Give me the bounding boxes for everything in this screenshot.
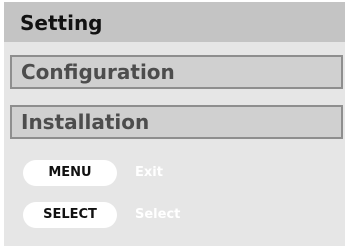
menu-item-label: Installation: [21, 110, 150, 134]
page-title: Setting: [20, 11, 103, 35]
select-key-action: Select: [135, 207, 181, 222]
menu-item-configuration[interactable]: Configuration: [10, 55, 343, 89]
menu-key-button[interactable]: MENU: [23, 160, 117, 186]
menu-item-label: Configuration: [21, 60, 175, 84]
settings-panel: Setting Configuration Installation MENU …: [4, 2, 345, 246]
select-key-button[interactable]: SELECT: [23, 202, 117, 228]
menu-key-action: Exit: [135, 165, 163, 180]
header-bar: Setting: [4, 2, 345, 42]
menu-item-installation[interactable]: Installation: [10, 105, 343, 139]
